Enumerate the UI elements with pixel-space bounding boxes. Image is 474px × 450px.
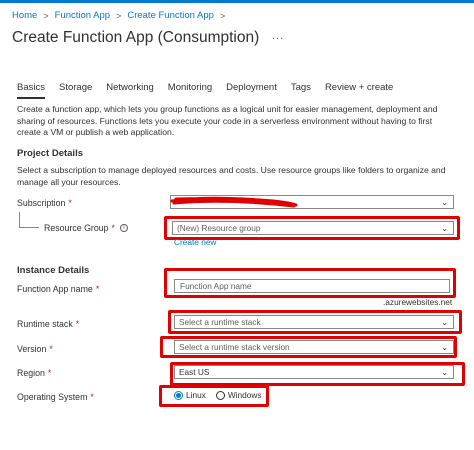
- os-label: Operating System *: [17, 392, 94, 402]
- subscription-label-text: Subscription: [17, 198, 66, 208]
- required-marker: *: [90, 392, 94, 402]
- os-radio-linux[interactable]: Linux: [174, 390, 206, 400]
- tab-deployment[interactable]: Deployment: [226, 82, 277, 99]
- app-name-placeholder: Function App name: [180, 281, 252, 291]
- app-name-input[interactable]: Function App name: [174, 279, 450, 293]
- version-label-text: Version: [17, 344, 47, 354]
- version-label: Version *: [17, 344, 53, 354]
- breadcrumb-separator-icon: >: [116, 10, 122, 21]
- tab-monitoring[interactable]: Monitoring: [168, 82, 212, 99]
- runtime-stack-label-text: Runtime stack: [17, 319, 73, 329]
- radio-unselected-icon[interactable]: [215, 390, 225, 400]
- os-option-windows: Windows: [227, 390, 262, 400]
- chevron-down-icon: ⌄: [441, 367, 448, 377]
- page-title: Create Function App (Consumption): [12, 29, 260, 46]
- resource-group-label: Resource Group * i: [44, 223, 128, 233]
- chevron-down-icon: ⌄: [441, 223, 448, 233]
- os-radio-windows[interactable]: Windows: [215, 390, 262, 400]
- app-name-label: Function App name *: [17, 284, 99, 294]
- region-label-text: Region: [17, 368, 45, 378]
- breadcrumb-create-function-app[interactable]: Create Function App: [127, 10, 214, 21]
- project-details-description: Select a subscription to manage deployed…: [17, 165, 446, 187]
- resource-group-select[interactable]: (New) Resource group ⌄: [172, 221, 454, 235]
- info-icon[interactable]: i: [119, 224, 128, 232]
- runtime-stack-value: Select a runtime stack: [179, 317, 261, 327]
- redaction-scribble: [170, 196, 298, 208]
- tab-bar: Basics Storage Networking Monitoring Dep…: [17, 82, 407, 99]
- required-marker: *: [111, 223, 115, 233]
- runtime-stack-label: Runtime stack *: [17, 319, 79, 329]
- required-marker: *: [47, 368, 52, 378]
- region-select[interactable]: East US ⌄: [174, 365, 454, 379]
- tree-connector: [19, 212, 39, 228]
- breadcrumb-separator-icon: >: [43, 10, 49, 21]
- top-accent-bar: [0, 0, 474, 3]
- version-value: Select a runtime stack version: [179, 342, 290, 352]
- required-marker: *: [95, 284, 100, 294]
- breadcrumb-separator-icon: >: [219, 10, 226, 21]
- subscription-label: Subscription *: [17, 198, 72, 208]
- os-radio-group: Linux Windows: [174, 390, 262, 400]
- app-name-suffix: .azurewebsites.net: [383, 297, 453, 307]
- tab-basics[interactable]: Basics: [17, 82, 45, 99]
- tab-tags[interactable]: Tags: [291, 82, 311, 99]
- app-name-label-text: Function App name: [17, 284, 93, 294]
- more-options-icon[interactable]: ...: [272, 30, 284, 42]
- radio-selected-icon[interactable]: [174, 390, 183, 400]
- project-details-heading: Project Details: [17, 148, 83, 159]
- resource-group-label-text: Resource Group: [44, 223, 109, 233]
- chevron-down-icon: ⌄: [441, 197, 448, 207]
- breadcrumb-home[interactable]: Home: [12, 10, 37, 21]
- os-option-linux: Linux: [186, 390, 206, 400]
- region-label: Region *: [17, 368, 51, 378]
- version-select[interactable]: Select a runtime stack version ⌄: [174, 340, 454, 354]
- os-label-text: Operating System: [17, 392, 88, 402]
- breadcrumb-function-app[interactable]: Function App: [55, 10, 110, 21]
- resource-group-value: (New) Resource group: [177, 223, 261, 233]
- chevron-down-icon: ⌄: [441, 317, 448, 327]
- required-marker: *: [68, 198, 72, 208]
- runtime-stack-select[interactable]: Select a runtime stack ⌄: [174, 315, 454, 329]
- breadcrumb: Home > Function App > Create Function Ap…: [12, 10, 225, 21]
- required-marker: *: [49, 344, 53, 354]
- chevron-down-icon: ⌄: [441, 342, 448, 352]
- required-marker: *: [75, 319, 80, 329]
- intro-text: Create a function app, which lets you gr…: [17, 104, 438, 137]
- region-value: East US: [179, 367, 210, 377]
- instance-details-heading: Instance Details: [17, 265, 90, 276]
- tab-networking[interactable]: Networking: [106, 82, 154, 99]
- create-new-link[interactable]: Create new: [174, 237, 216, 247]
- tab-review-create[interactable]: Review + create: [325, 82, 393, 99]
- tab-storage[interactable]: Storage: [59, 82, 92, 99]
